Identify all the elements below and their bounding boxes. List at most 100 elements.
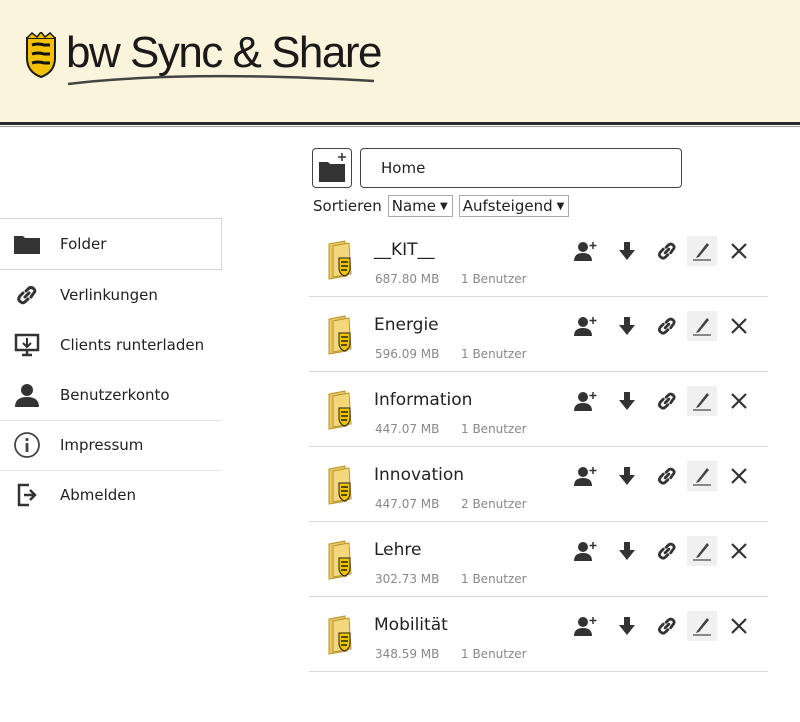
app-logo[interactable]: bw Sync & Share: [24, 28, 383, 90]
shared-folder-icon: [328, 615, 352, 655]
download-icon[interactable]: [614, 388, 640, 414]
sidebar-item-benutzerkonto[interactable]: Benutzerkonto: [0, 370, 222, 420]
desktop-download-icon: [12, 330, 42, 360]
sidebar-item-label: Clients runterladen: [60, 335, 205, 354]
path-field[interactable]: Home: [360, 148, 682, 188]
sort-order-value: Aufsteigend: [462, 197, 553, 215]
folder-name[interactable]: Innovation: [374, 465, 464, 485]
delete-icon[interactable]: [726, 538, 752, 564]
sidebar-item-label: Impressum: [60, 436, 144, 454]
edit-icon[interactable]: [687, 536, 717, 566]
shared-folder-icon: [328, 315, 352, 355]
folder-list: __KIT__ 687.80 MB 1 Benutzer Energie 596…: [309, 222, 768, 672]
delete-icon[interactable]: [726, 613, 752, 639]
folder-name[interactable]: Mobilität: [374, 615, 448, 635]
link-icon[interactable]: [654, 613, 680, 639]
folder-users: 2 Benutzer: [461, 497, 527, 511]
sidebar: Folder Verlinkungen Clients runterladen …: [0, 218, 222, 520]
header-rule: [0, 122, 800, 125]
folder-row[interactable]: Energie 596.09 MB 1 Benutzer: [309, 297, 768, 372]
folder-size: 447.07 MB: [375, 422, 440, 436]
share-user-icon[interactable]: [573, 463, 599, 489]
logout-icon: [12, 480, 42, 510]
share-user-icon[interactable]: [573, 613, 599, 639]
info-icon: [12, 430, 42, 460]
edit-icon[interactable]: [687, 236, 717, 266]
sort-controls: Sortieren Name ▼ Aufsteigend ▼: [313, 195, 575, 217]
folder-meta: 447.07 MB 1 Benutzer: [375, 422, 527, 436]
sidebar-item-label: Benutzerkonto: [60, 385, 170, 404]
folder-name[interactable]: Energie: [374, 315, 439, 335]
link-icon[interactable]: [654, 313, 680, 339]
logo-text: bw Sync & Share: [66, 28, 383, 77]
download-icon[interactable]: [614, 238, 640, 264]
folder-users: 1 Benutzer: [461, 272, 527, 286]
folder-row[interactable]: Lehre 302.73 MB 1 Benutzer: [309, 522, 768, 597]
share-user-icon[interactable]: [573, 388, 599, 414]
sort-by-value: Name: [391, 197, 436, 215]
edit-icon[interactable]: [687, 311, 717, 341]
folder-row[interactable]: Innovation 447.07 MB 2 Benutzer: [309, 447, 768, 522]
new-folder-icon: [319, 153, 346, 182]
folder-size: 596.09 MB: [375, 347, 440, 361]
share-user-icon[interactable]: [573, 538, 599, 564]
folder-size: 447.07 MB: [375, 497, 440, 511]
download-icon[interactable]: [614, 613, 640, 639]
sidebar-item-label: Verlinkungen: [60, 285, 158, 304]
sidebar-item-folder[interactable]: Folder: [0, 218, 222, 270]
caret-down-icon: ▼: [439, 200, 448, 212]
folder-meta: 596.09 MB 1 Benutzer: [375, 347, 527, 361]
folder-size: 687.80 MB: [375, 272, 440, 286]
link-icon: [12, 280, 42, 310]
sidebar-item-label: Abmelden: [60, 486, 137, 504]
folder-size: 302.73 MB: [375, 572, 440, 586]
share-user-icon[interactable]: [573, 238, 599, 264]
folder-name[interactable]: __KIT__: [374, 240, 435, 260]
sidebar-item-clients[interactable]: Clients runterladen: [0, 320, 222, 370]
new-folder-button[interactable]: [312, 148, 352, 188]
link-icon[interactable]: [654, 463, 680, 489]
folder-users: 1 Benutzer: [461, 572, 527, 586]
folder-row[interactable]: __KIT__ 687.80 MB 1 Benutzer: [309, 222, 768, 297]
edit-icon[interactable]: [687, 611, 717, 641]
sidebar-item-abmelden[interactable]: Abmelden: [0, 470, 222, 520]
delete-icon[interactable]: [726, 388, 752, 414]
link-icon[interactable]: [654, 388, 680, 414]
folder-meta: 687.80 MB 1 Benutzer: [375, 272, 527, 286]
user-icon: [12, 380, 42, 410]
shared-folder-icon: [328, 390, 352, 430]
delete-icon[interactable]: [726, 313, 752, 339]
folder-users: 1 Benutzer: [461, 647, 527, 661]
header-rule-thin: [0, 126, 800, 127]
delete-icon[interactable]: [726, 463, 752, 489]
folder-name[interactable]: Information: [374, 390, 472, 410]
shared-folder-icon: [328, 240, 352, 280]
download-icon[interactable]: [614, 463, 640, 489]
folder-meta: 348.59 MB 1 Benutzer: [375, 647, 527, 661]
folder-size: 348.59 MB: [375, 647, 440, 661]
link-icon[interactable]: [654, 538, 680, 564]
sidebar-item-label: Folder: [60, 235, 107, 253]
edit-icon[interactable]: [687, 461, 717, 491]
sort-by-select[interactable]: Name ▼: [387, 195, 453, 217]
folder-meta: 447.07 MB 2 Benutzer: [375, 497, 527, 511]
link-icon[interactable]: [654, 238, 680, 264]
edit-icon[interactable]: [687, 386, 717, 416]
sort-order-select[interactable]: Aufsteigend ▼: [458, 195, 570, 217]
path-text: Home: [381, 159, 426, 177]
share-user-icon[interactable]: [573, 313, 599, 339]
caret-down-icon: ▼: [556, 200, 565, 212]
sidebar-item-impressum[interactable]: Impressum: [0, 420, 222, 470]
sidebar-item-verlinkungen[interactable]: Verlinkungen: [0, 270, 222, 320]
delete-icon[interactable]: [726, 238, 752, 264]
sort-label: Sortieren: [313, 197, 382, 215]
download-icon[interactable]: [614, 538, 640, 564]
folder-row[interactable]: Information 447.07 MB 1 Benutzer: [309, 372, 768, 447]
folder-users: 1 Benutzer: [461, 422, 527, 436]
logo-swoosh: [67, 74, 375, 86]
folder-row[interactable]: Mobilität 348.59 MB 1 Benutzer: [309, 597, 768, 672]
shared-folder-icon: [328, 540, 352, 580]
folder-icon: [12, 229, 42, 259]
folder-name[interactable]: Lehre: [374, 540, 421, 560]
download-icon[interactable]: [614, 313, 640, 339]
